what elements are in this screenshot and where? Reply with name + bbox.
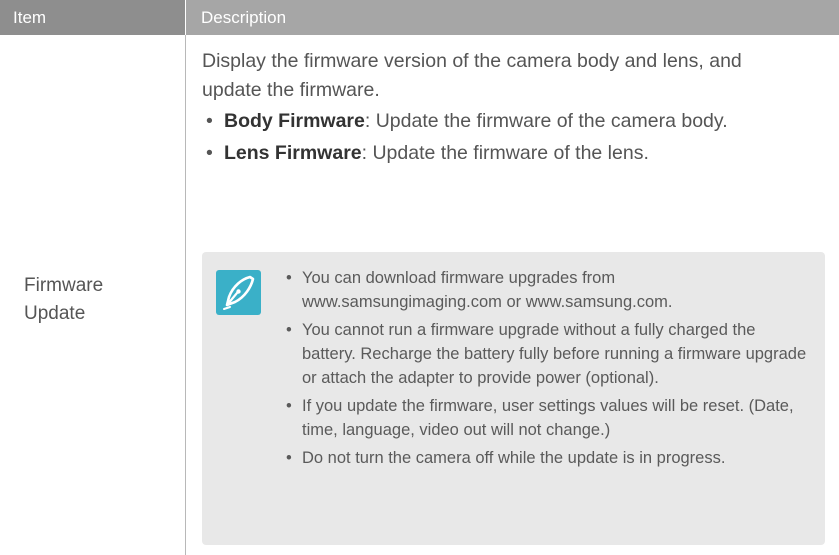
note-item: You cannot run a firmware upgrade withou… xyxy=(286,318,811,390)
column-divider xyxy=(185,35,186,555)
term-body-firmware: Body Firmware xyxy=(224,110,365,132)
firmware-options-list: Body Firmware: Update the firmware of th… xyxy=(202,107,802,168)
item-cell: Firmware Update xyxy=(24,272,174,328)
note-list: You can download firmware upgrades from … xyxy=(286,266,811,474)
header-description: Description xyxy=(185,0,839,35)
desc-lens-firmware: : Update the firmware of the lens. xyxy=(361,142,649,164)
desc-body-firmware: : Update the firmware of the camera body… xyxy=(364,110,728,132)
description-intro: Display the firmware version of the came… xyxy=(202,50,742,101)
header-item: Item xyxy=(0,0,185,35)
term-lens-firmware: Lens Firmware xyxy=(224,142,362,164)
note-box: You can download firmware upgrades from … xyxy=(202,252,825,545)
item-label-line1: Firmware xyxy=(24,275,104,296)
note-item: Do not turn the camera off while the upd… xyxy=(286,446,811,470)
note-item: If you update the firmware, user setting… xyxy=(286,394,811,442)
description-cell: Display the firmware version of the came… xyxy=(202,47,802,171)
list-item-body-firmware: Body Firmware: Update the firmware of th… xyxy=(202,107,802,136)
list-item-lens-firmware: Lens Firmware: Update the firmware of th… xyxy=(202,139,802,168)
table-header: Item Description xyxy=(0,0,839,35)
note-pen-icon xyxy=(216,270,261,315)
firmware-table: Item Description Firmware Update Display… xyxy=(0,0,839,555)
item-label-line2: Update xyxy=(24,303,86,324)
note-item: You can download firmware upgrades from … xyxy=(286,266,811,314)
